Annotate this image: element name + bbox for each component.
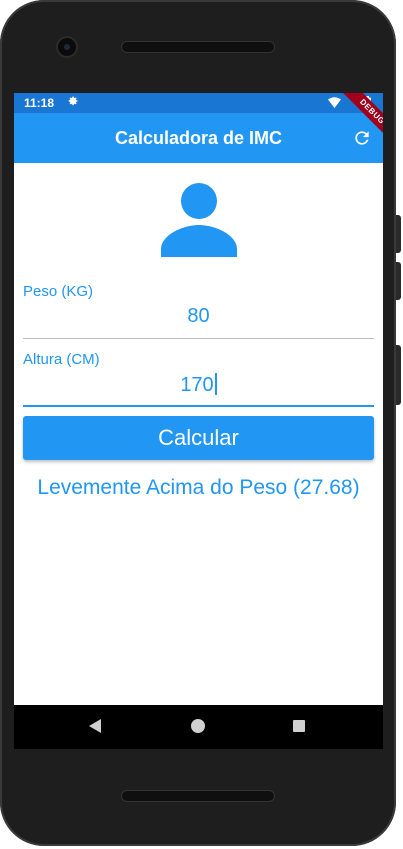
volume-down-button [396, 262, 401, 300]
height-input[interactable]: 170 [180, 374, 213, 396]
person-icon [161, 183, 237, 257]
back-icon[interactable] [89, 719, 101, 733]
height-field[interactable]: Altura (CM) 170 [23, 351, 374, 407]
power-button [396, 345, 401, 405]
android-nav-bar [14, 705, 383, 749]
weight-input[interactable]: 80 [23, 305, 374, 328]
volume-up-button [396, 215, 401, 253]
status-time: 11:18 [24, 96, 55, 110]
top-speaker [122, 42, 274, 52]
gear-icon [68, 96, 78, 106]
text-cursor [214, 373, 217, 395]
height-input-wrap[interactable]: 170 [23, 373, 374, 397]
weight-field[interactable]: Peso (KG) 80 [23, 283, 374, 339]
refresh-icon[interactable] [352, 128, 372, 148]
status-bar: 11:18 [14, 93, 383, 113]
height-underline [23, 405, 374, 407]
app-screen: 11:18 Calculadora de IMC DEBUG Peso (KG)… [14, 93, 383, 705]
weight-label: Peso (KG) [23, 283, 94, 300]
home-icon[interactable] [191, 719, 205, 733]
bottom-speaker [122, 791, 274, 801]
result-text: Levemente Acima do Peso (27.68) [37, 476, 360, 499]
app-title: Calculadora de IMC [114, 128, 283, 148]
height-label: Altura (CM) [23, 351, 100, 368]
wifi-icon [328, 97, 341, 108]
weight-underline [23, 338, 374, 339]
calculate-button[interactable]: Calcular [23, 416, 374, 460]
app-bar: Calculadora de IMC [14, 113, 383, 163]
front-camera [58, 38, 76, 56]
recents-icon[interactable] [293, 720, 305, 732]
